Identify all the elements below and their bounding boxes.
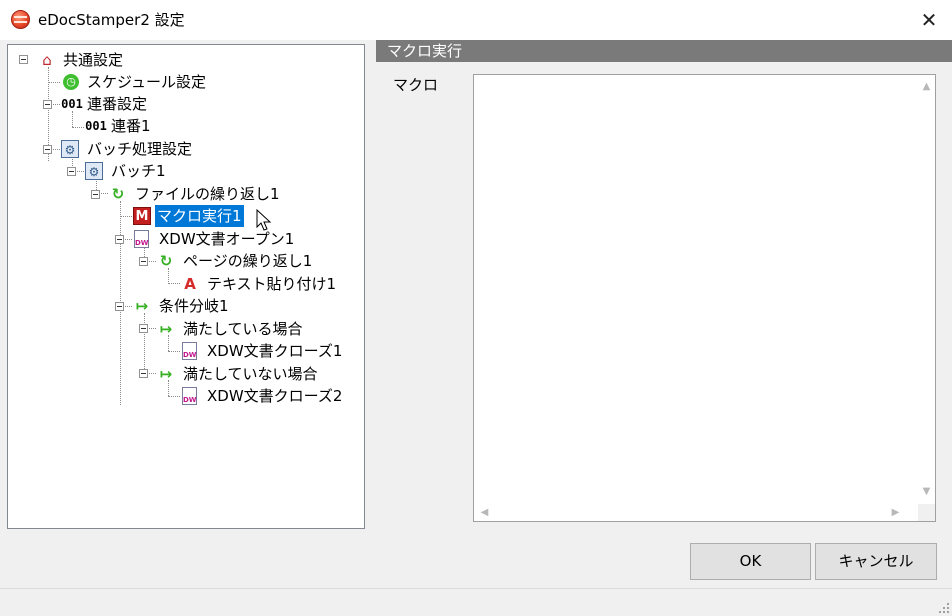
tree-node-batch-settings[interactable]: ⚙ バッチ処理設定 xyxy=(8,138,348,160)
scrollbar-corner xyxy=(918,504,935,521)
tree-node-page-loop-1[interactable]: ↻ ページの繰り返し1 xyxy=(8,250,348,272)
tree-node-macro-exec-1[interactable]: M マクロ実行1 xyxy=(8,205,348,227)
app-icon xyxy=(11,10,30,29)
tree-node-label: ページの繰り返し1 xyxy=(183,252,313,270)
tree-node-label-selected: マクロ実行1 xyxy=(155,205,244,227)
tree-node-label: XDW文書クローズ1 xyxy=(207,342,343,360)
tree-node-label: バッチ1 xyxy=(111,162,166,180)
status-bar xyxy=(0,588,952,616)
tree-node-batch-1[interactable]: ⚙ バッチ1 xyxy=(8,160,348,182)
tree-node-text-paste-1[interactable]: A テキスト貼り付け1 xyxy=(8,273,348,295)
macro-label: マクロ xyxy=(393,76,439,94)
clock-icon: ◷ xyxy=(63,74,79,90)
title-bar: eDocStamper2 設定 ✕ xyxy=(0,0,952,40)
docuworks-icon: DW xyxy=(182,342,197,360)
branch-icon: ↦ xyxy=(135,297,149,315)
tree-node-condition-1[interactable]: ↦ 条件分岐1 xyxy=(8,295,348,317)
tree-node-label: 連番設定 xyxy=(87,95,148,113)
tree-node-serial-1[interactable]: 001 連番1 xyxy=(8,115,348,137)
cancel-button[interactable]: キャンセル xyxy=(815,543,937,580)
tree-node-label: 条件分岐1 xyxy=(159,297,229,315)
ok-button[interactable]: OK xyxy=(690,543,811,580)
docuworks-icon: DW xyxy=(134,230,149,248)
loop-icon: ↻ xyxy=(159,252,173,270)
horizontal-scrollbar[interactable]: ◀ ▶ xyxy=(474,504,918,521)
tree-node-label: 満たしている場合 xyxy=(183,320,303,338)
tree-node-common-settings[interactable]: ⌂ 共通設定 xyxy=(8,49,348,71)
branch-icon: ↦ xyxy=(159,320,173,338)
tree-node-file-loop-1[interactable]: ↻ ファイルの繰り返し1 xyxy=(8,183,348,205)
macro-textarea[interactable]: ▲ ▼ ◀ ▶ xyxy=(473,74,936,522)
scroll-up-icon[interactable]: ▲ xyxy=(918,81,935,93)
tree-node-label: 満たしていない場合 xyxy=(183,365,318,383)
macro-icon: M xyxy=(133,207,151,225)
vertical-scrollbar[interactable]: ▲ ▼ xyxy=(918,75,935,504)
text-stamp-icon: A xyxy=(184,275,196,293)
docuworks-icon: DW xyxy=(182,387,197,405)
tree-node-condition-true[interactable]: ↦ 満たしている場合 xyxy=(8,318,348,340)
tree-node-serial-settings[interactable]: 001 連番設定 xyxy=(8,93,348,115)
gear-settings-icon: ⚙ xyxy=(61,140,79,158)
properties-header: マクロ実行 xyxy=(376,40,952,62)
gear-settings-icon: ⚙ xyxy=(85,162,103,180)
branch-icon: ↦ xyxy=(159,365,173,383)
tree-node-condition-false[interactable]: ↦ 満たしていない場合 xyxy=(8,363,348,385)
tree-node-label: スケジュール設定 xyxy=(87,73,206,91)
tree-node-label: 共通設定 xyxy=(63,51,124,69)
scroll-down-icon[interactable]: ▼ xyxy=(918,486,935,498)
resize-grip-icon[interactable] xyxy=(938,602,950,614)
window-title: eDocStamper2 設定 xyxy=(38,11,185,29)
tree-node-xdw-open-1[interactable]: DW XDW文書オープン1 xyxy=(8,228,348,250)
tree-node-label: 連番1 xyxy=(111,117,151,135)
close-button[interactable]: ✕ xyxy=(906,0,952,40)
tree-node-schedule[interactable]: ◷ スケジュール設定 xyxy=(8,71,348,93)
tree-node-label: ファイルの繰り返し1 xyxy=(135,185,280,203)
scroll-right-icon[interactable]: ▶ xyxy=(887,507,904,519)
scroll-left-icon[interactable]: ◀ xyxy=(476,507,493,519)
serial-number-icon: 001 xyxy=(85,119,107,133)
serial-number-icon: 001 xyxy=(61,97,83,111)
settings-tree[interactable]: ⌂ 共通設定 ◷ スケジュール設定 001 連番設定 001 連番1 ⚙ バッチ… xyxy=(7,44,365,529)
tree-node-xdw-close-2[interactable]: DW XDW文書クローズ2 xyxy=(8,385,348,407)
loop-icon: ↻ xyxy=(111,185,125,203)
tree-node-xdw-close-1[interactable]: DW XDW文書クローズ1 xyxy=(8,340,348,362)
mouse-cursor-icon xyxy=(256,209,272,231)
house-icon: ⌂ xyxy=(42,51,52,69)
tree-node-label: テキスト貼り付け1 xyxy=(207,275,337,293)
tree-node-label: バッチ処理設定 xyxy=(87,140,193,158)
tree-node-label: XDW文書クローズ2 xyxy=(207,387,343,405)
